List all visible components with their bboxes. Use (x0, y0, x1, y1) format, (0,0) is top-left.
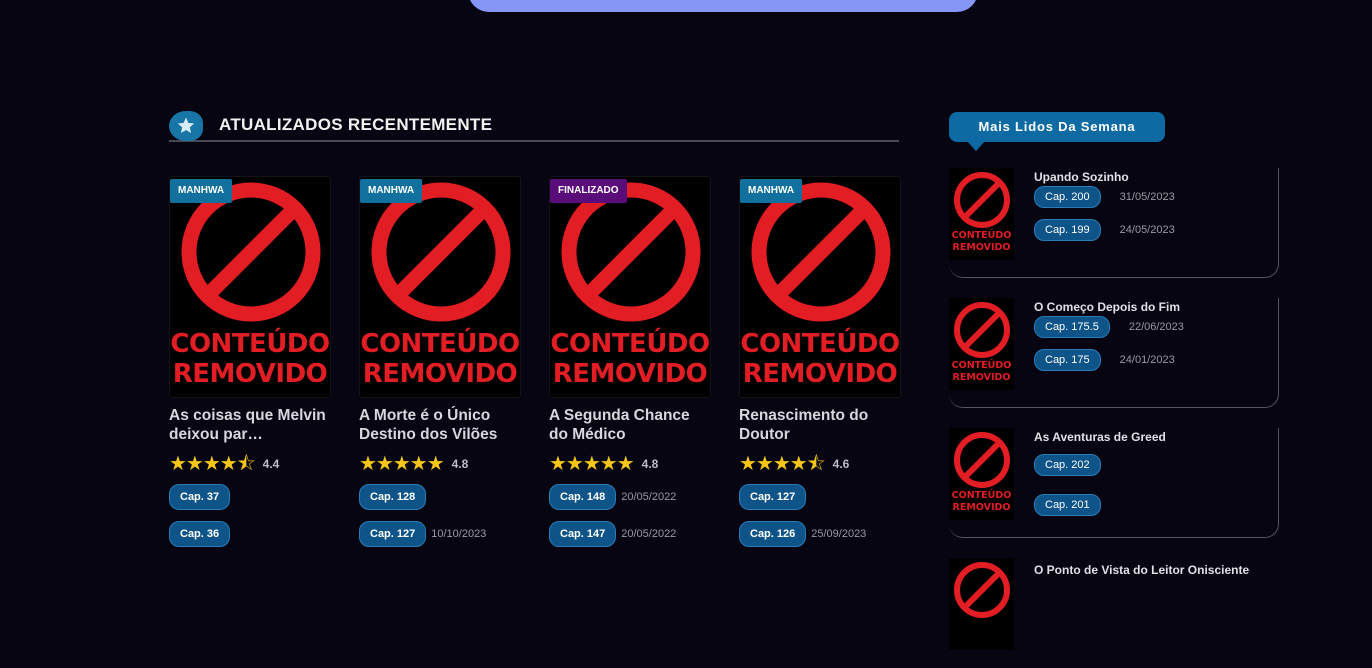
rating: ★★★★⯪ 4.6 (739, 454, 901, 474)
sidebar-chapter-row: Cap. 175 24/01/2023 (1034, 349, 1175, 371)
chapter-row: Cap. 147 20/05/2022 (549, 519, 711, 548)
chapter-date: 20/05/2022 (621, 490, 677, 503)
rating-stars-icon: ★★★★★ (549, 453, 635, 475)
chapter-row: Cap. 127 (739, 482, 901, 511)
cover-removed-line2: REMOVIDO (952, 502, 1011, 513)
rating-score: 4.4 (262, 457, 280, 471)
chapter-row: Cap. 148 20/05/2022 (549, 482, 711, 511)
cover-image[interactable]: CONTEÚDO REMOVIDO MANHWA (739, 176, 901, 398)
sidebar-item[interactable]: CONTEÚDO REMOVIDO Upando Sozinho Cap. 20… (949, 168, 1279, 278)
chapter-date: 20/05/2022 (621, 527, 677, 540)
section-title: ATUALIZADOS RECENTEMENTE (219, 115, 493, 134)
sidebar-thumbnail[interactable] (949, 558, 1014, 650)
cover-removed-line1: CONTEÚDO (740, 329, 900, 359)
manga-card[interactable]: CONTEÚDO REMOVIDO MANHWA A Morte é o Úni… (359, 176, 521, 548)
sidebar-thumbnail[interactable]: CONTEÚDO REMOVIDO (949, 428, 1014, 520)
top-banner-button[interactable] (468, 0, 978, 12)
cover-removed-line1: CONTEÚDO (951, 490, 1012, 501)
chapter-button[interactable]: Cap. 175.5 (1034, 316, 1110, 338)
rating: ★★★★★ 4.8 (549, 454, 711, 474)
manga-card[interactable]: CONTEÚDO REMOVIDO MANHWA Renascimento do… (739, 176, 901, 548)
rating-stars-icon: ★★★★⯪ (739, 453, 826, 475)
cover-image[interactable]: CONTEÚDO REMOVIDO MANHWA (169, 176, 331, 398)
chapter-button[interactable]: Cap. 127 (359, 520, 427, 547)
cover-removed-line2: REMOVIDO (552, 359, 708, 389)
sidebar-chapter-row: Cap. 202 (1034, 454, 1120, 476)
chapter-date: 24/01/2023 (1119, 354, 1175, 366)
chapter-button[interactable]: Cap. 175 (1034, 349, 1101, 371)
cover-removed-line2: REMOVIDO (742, 359, 898, 389)
chapter-button[interactable]: Cap. 200 (1034, 186, 1101, 208)
cover-removed-line2: REMOVIDO (362, 359, 518, 389)
rating: ★★★★⯪ 4.4 (169, 454, 331, 474)
sidebar-thumbnail[interactable]: CONTEÚDO REMOVIDO (949, 168, 1014, 260)
removed-icon (954, 302, 1010, 358)
cover-image[interactable]: CONTEÚDO REMOVIDO MANHWA (359, 176, 521, 398)
chapter-date: 22/06/2023 (1128, 321, 1184, 333)
sidebar-item-title[interactable]: O Ponto de Vista do Leitor Onisciente (1034, 563, 1249, 577)
cover-removed-line1: CONTEÚDO (360, 329, 520, 359)
sidebar-item[interactable]: CONTEÚDO REMOVIDO As Aventuras de Greed … (949, 428, 1279, 538)
card-title[interactable]: Renascimento do Doutor (739, 406, 901, 444)
cover-removed-line2: REMOVIDO (172, 359, 328, 389)
chapter-row: Cap. 36 (169, 519, 331, 548)
rating-stars-icon: ★★★★★ (359, 453, 445, 475)
weekly-popular-tab[interactable]: Mais Lidos Da Semana (949, 112, 1165, 151)
cover-removed-line1: CONTEÚDO (951, 360, 1012, 371)
sidebar-thumbnail[interactable]: CONTEÚDO REMOVIDO (949, 298, 1014, 390)
type-badge: FINALIZADO (550, 179, 627, 203)
type-badge: MANHWA (170, 179, 233, 203)
removed-icon (954, 432, 1010, 488)
chapter-date: 25/09/2023 (811, 527, 867, 540)
card-title[interactable]: As coisas que Melvin deixou par… (169, 406, 331, 444)
sidebar-item[interactable]: CONTEÚDO REMOVIDO O Começo Depois do Fim… (949, 298, 1279, 408)
chapter-button[interactable]: Cap. 128 (359, 483, 427, 510)
chapter-row: Cap. 37 (169, 482, 331, 511)
chapter-date: 10/10/2023 (431, 527, 487, 540)
sidebar-item-title[interactable]: O Começo Depois do Fim (1034, 300, 1180, 314)
chapter-row: Cap. 126 25/09/2023 (739, 519, 901, 548)
chapter-date: 24/05/2023 (1119, 224, 1175, 236)
manga-card[interactable]: CONTEÚDO REMOVIDO FINALIZADO A Segunda C… (549, 176, 711, 548)
sidebar-item-title[interactable]: Upando Sozinho (1034, 170, 1129, 184)
chapter-date: 31/05/2023 (1119, 191, 1175, 203)
type-badge: MANHWA (360, 179, 423, 203)
cover-removed-line2: REMOVIDO (952, 372, 1011, 383)
manga-card[interactable]: CONTEÚDO REMOVIDO MANHWA As coisas que M… (169, 176, 331, 548)
removed-icon (954, 172, 1010, 228)
chapter-button[interactable]: Cap. 202 (1034, 454, 1101, 476)
rating-score: 4.8 (641, 457, 659, 471)
chapter-button[interactable]: Cap. 199 (1034, 219, 1101, 241)
chapter-button[interactable]: Cap. 126 (739, 520, 807, 547)
cover-removed-line1: CONTEÚDO (170, 329, 330, 359)
rating-stars-icon: ★★★★⯪ (169, 453, 256, 475)
chapter-button[interactable]: Cap. 148 (549, 483, 617, 510)
sidebar-item[interactable]: O Ponto de Vista do Leitor Onisciente (949, 558, 1279, 668)
card-title[interactable]: A Segunda Chance do Médico (549, 406, 711, 444)
sidebar-chapter-row: Cap. 199 24/05/2023 (1034, 219, 1175, 241)
chapter-button[interactable]: Cap. 147 (549, 520, 617, 547)
rating-score: 4.8 (451, 457, 469, 471)
cover-removed-line2: REMOVIDO (952, 242, 1011, 253)
chapter-button[interactable]: Cap. 36 (169, 520, 231, 547)
cover-removed-line1: CONTEÚDO (951, 230, 1012, 241)
section-header: ATUALIZADOS RECENTEMENTE (169, 108, 899, 142)
chapter-button[interactable]: Cap. 127 (739, 483, 807, 510)
star-icon (169, 111, 203, 141)
type-badge: MANHWA (740, 179, 803, 203)
sidebar-item-title[interactable]: As Aventuras de Greed (1034, 430, 1166, 444)
sidebar-chapter-row: Cap. 175.5 22/06/2023 (1034, 316, 1184, 338)
cover-removed-line1: CONTEÚDO (550, 329, 710, 359)
chapter-row: Cap. 128 (359, 482, 521, 511)
chapter-row: Cap. 127 10/10/2023 (359, 519, 521, 548)
cover-image[interactable]: CONTEÚDO REMOVIDO FINALIZADO (549, 176, 711, 398)
card-title[interactable]: A Morte é o Único Destino dos Vilões (359, 406, 521, 444)
rating-score: 4.6 (832, 457, 850, 471)
sidebar-chapter-row: Cap. 201 (1034, 494, 1120, 516)
chapter-button[interactable]: Cap. 201 (1034, 494, 1101, 516)
sidebar-chapter-row: Cap. 200 31/05/2023 (1034, 186, 1175, 208)
chapter-button[interactable]: Cap. 37 (169, 483, 231, 510)
removed-icon (954, 562, 1010, 618)
rating: ★★★★★ 4.8 (359, 454, 521, 474)
